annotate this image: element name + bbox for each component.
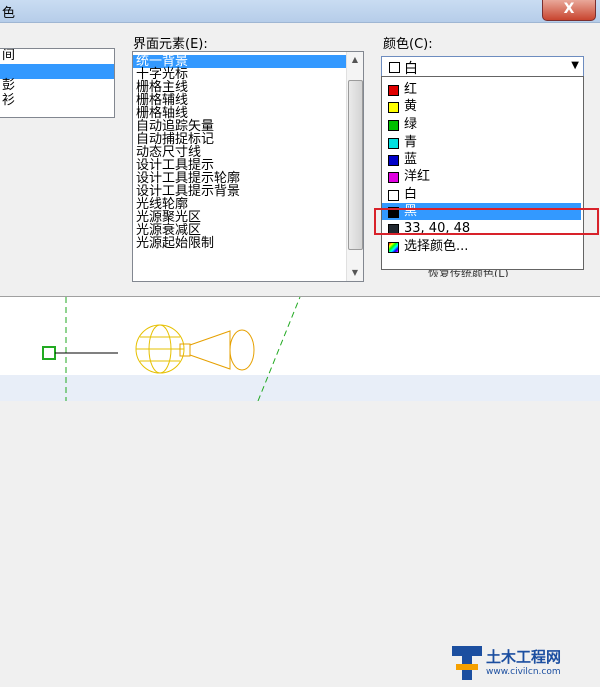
watermark-title: 土木工程网 bbox=[486, 648, 562, 666]
context-list[interactable]: 间 彭 衫 bbox=[0, 48, 115, 118]
color-option-label: 绿 bbox=[404, 117, 418, 132]
chevron-down-icon[interactable]: ▼ bbox=[571, 60, 579, 71]
color-option[interactable]: 红 bbox=[382, 81, 581, 98]
color-option-label: 蓝 bbox=[404, 152, 418, 167]
scroll-up-arrow-icon[interactable]: ▲ bbox=[347, 52, 363, 68]
title-bar: 色 X bbox=[0, 0, 600, 23]
color-dropdown[interactable]: 红黄绿青蓝洋红白黑 33, 40, 48 选择颜色... bbox=[381, 76, 584, 270]
preview-area: 土木工程网 www.civilcn.com bbox=[0, 296, 600, 680]
color-option-label: 选择颜色... bbox=[404, 239, 469, 254]
color-swatch bbox=[388, 138, 399, 149]
color-swatch bbox=[388, 155, 399, 166]
color-option-label: 红 bbox=[404, 82, 418, 97]
spotlight-icon bbox=[179, 329, 255, 371]
elements-list[interactable]: 统一背景 十字光标 栅格主线 栅格辅线 栅格轴线 自动追踪矢量 自动捕捉标记 动态尺寸线 设计工… bbox=[132, 51, 364, 282]
color-swatch bbox=[388, 172, 399, 183]
color-option[interactable]: 青 bbox=[382, 134, 581, 151]
color-option-label: 白 bbox=[404, 187, 418, 202]
list-item[interactable] bbox=[0, 64, 114, 79]
color-option[interactable]: 黄 bbox=[382, 98, 581, 115]
color-option[interactable]: 绿 bbox=[382, 116, 581, 133]
color-swatch bbox=[388, 190, 399, 201]
color-option-label: 洋红 bbox=[404, 169, 431, 184]
highlight-box bbox=[374, 208, 599, 235]
watermark-url: www.civilcn.com bbox=[486, 667, 561, 677]
color-swatch bbox=[389, 62, 400, 73]
scroll-thumb[interactable] bbox=[348, 80, 363, 250]
list-item[interactable]: 彭 bbox=[0, 79, 114, 94]
elements-label: 界面元素(E): bbox=[133, 37, 208, 52]
color-swatch bbox=[388, 120, 399, 131]
light-globe-icon bbox=[135, 324, 185, 374]
color-option-label: 黄 bbox=[404, 99, 418, 114]
preview-drawing bbox=[0, 296, 600, 402]
color-swatch bbox=[388, 102, 399, 113]
color-selected-label: 白 bbox=[404, 61, 418, 77]
close-button[interactable]: X bbox=[542, 0, 596, 21]
elements-scrollbar[interactable]: ▲ ▼ bbox=[346, 52, 363, 281]
color-option[interactable]: 白 bbox=[382, 186, 581, 203]
watermark: 土木工程网 www.civilcn.com bbox=[450, 642, 590, 687]
watermark-logo-icon bbox=[452, 646, 482, 680]
window-title: 色 bbox=[2, 6, 16, 21]
list-item[interactable]: 光源起始限制 bbox=[133, 237, 346, 250]
scroll-down-arrow-icon[interactable]: ▼ bbox=[347, 265, 363, 281]
list-item[interactable]: 间 bbox=[0, 49, 114, 64]
color-swatch bbox=[388, 85, 399, 96]
color-combobox[interactable]: 白 ▼ bbox=[381, 56, 584, 78]
color-option[interactable]: 洋红 bbox=[382, 168, 581, 185]
preview-ground bbox=[0, 375, 600, 401]
list-item[interactable]: 衫 bbox=[0, 94, 114, 109]
color-option-label: 青 bbox=[404, 135, 418, 150]
grip-square-icon bbox=[42, 346, 56, 360]
color-option[interactable]: 选择颜色... bbox=[382, 238, 581, 255]
color-option[interactable]: 蓝 bbox=[382, 151, 581, 168]
multicolor-icon bbox=[388, 242, 399, 253]
color-label: 颜色(C): bbox=[383, 37, 433, 52]
